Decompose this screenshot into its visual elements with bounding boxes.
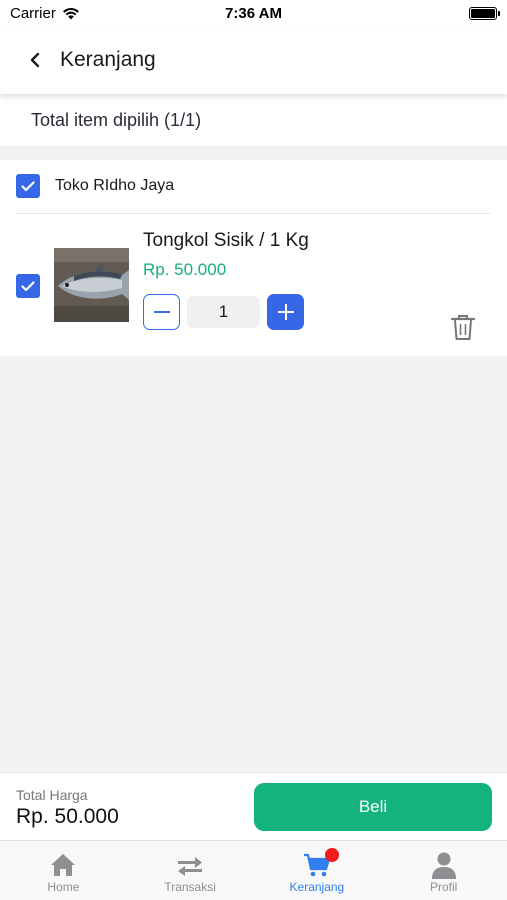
page-title: Keranjang (60, 48, 156, 71)
back-button[interactable] (22, 47, 48, 73)
tab-profil[interactable]: Profil (380, 841, 507, 900)
quantity-field[interactable]: 1 (187, 296, 260, 328)
home-icon (49, 851, 77, 879)
store-name: Toko RIdho Jaya (55, 177, 175, 194)
tab-profil-label: Profil (429, 880, 458, 894)
tab-keranjang[interactable]: Keranjang (254, 841, 381, 900)
user-icon (430, 851, 458, 879)
selected-items-summary: Total item dipilih (1/1) (0, 94, 507, 146)
buy-button[interactable]: Beli (254, 783, 492, 831)
increase-quantity-button[interactable] (267, 294, 304, 330)
decrease-quantity-button[interactable] (143, 294, 180, 330)
cart-badge (324, 848, 339, 862)
status-bar: Carrier 7:36 AM (0, 0, 507, 26)
store-card: Toko RIdho Jaya Tongkol Sisik / 1 Kg Rp.… (0, 160, 507, 356)
check-icon (21, 280, 35, 291)
status-left: Carrier (10, 5, 80, 22)
tab-keranjang-label: Keranjang (289, 880, 345, 894)
product-price: Rp. 50.000 (143, 260, 227, 279)
carrier-label: Carrier (10, 4, 56, 22)
wifi-icon (62, 7, 79, 19)
store-header: Toko RIdho Jaya (16, 174, 174, 198)
battery-icon (469, 6, 500, 20)
store-checkbox[interactable] (16, 174, 40, 198)
tab-home-label: Home (47, 880, 80, 894)
cart-icon (303, 848, 339, 879)
tab-transaksi-label: Transaksi (164, 880, 216, 894)
header: Keranjang (0, 26, 507, 94)
plus-icon (277, 304, 294, 320)
checkout-footer: Total Harga Rp. 50.000 Beli (0, 772, 507, 840)
transfer-arrows-icon (176, 851, 204, 879)
check-icon (21, 180, 35, 191)
total-price-label: Total Harga (16, 787, 88, 803)
minus-icon (153, 311, 170, 313)
tab-bar: Home Transaksi Keranjang Profil (0, 840, 507, 900)
product-name[interactable]: Tongkol Sisik / 1 Kg (143, 230, 309, 252)
fish-photo (54, 248, 129, 322)
divider (16, 213, 491, 214)
delete-item-button[interactable] (450, 314, 476, 342)
item-checkbox[interactable] (16, 274, 40, 298)
tab-transaksi[interactable]: Transaksi (127, 841, 254, 900)
chevron-left-icon (30, 52, 40, 68)
product-image[interactable] (54, 248, 129, 322)
tab-home[interactable]: Home (0, 841, 127, 900)
total-price-value: Rp. 50.000 (16, 805, 119, 828)
trash-icon (450, 315, 476, 340)
